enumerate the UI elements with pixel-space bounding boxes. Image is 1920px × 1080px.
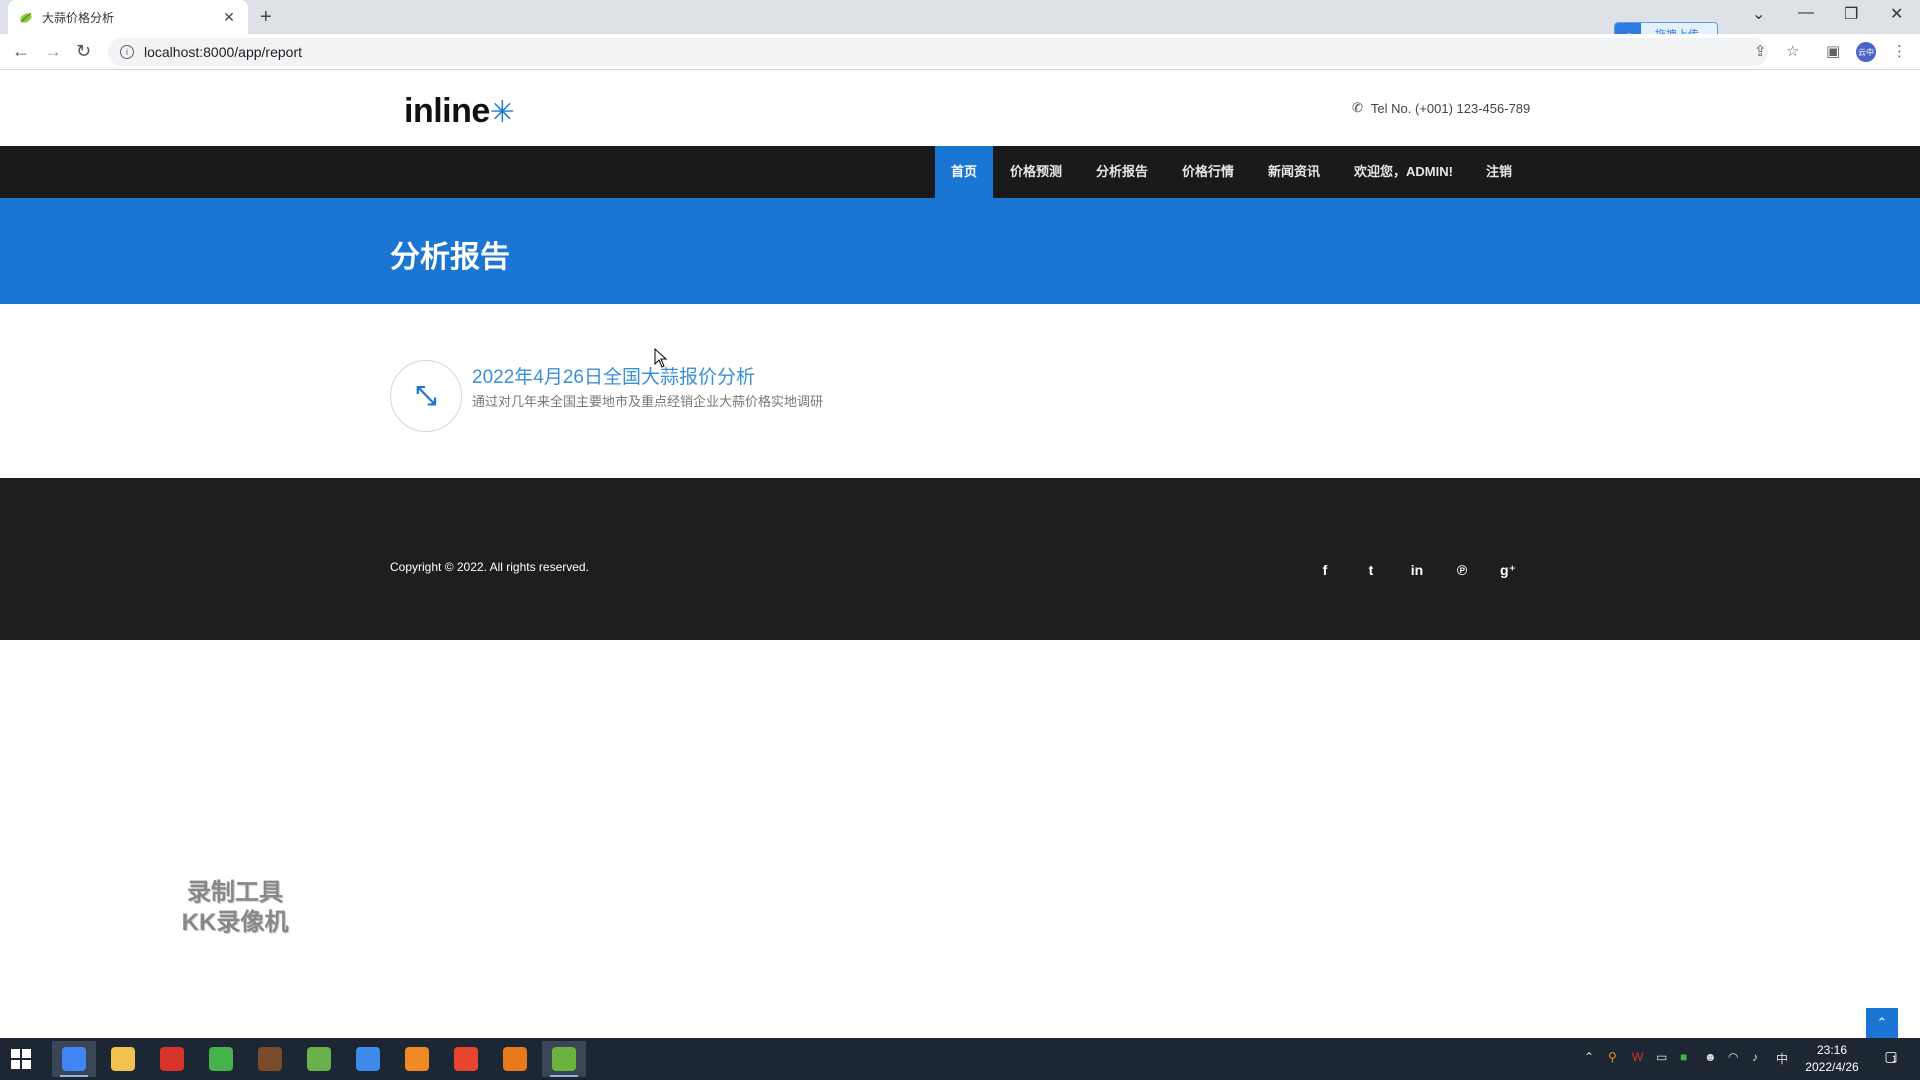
- report-icon-circle: ⤡: [390, 360, 462, 432]
- nav-price-forecast[interactable]: 价格预测: [994, 146, 1078, 198]
- back-icon[interactable]: ←: [12, 41, 30, 62]
- mouse-cursor-icon: [654, 348, 668, 368]
- site-info-icon[interactable]: i: [120, 45, 134, 59]
- taskbar-chrome-icon[interactable]: [52, 1041, 96, 1077]
- taskbar-wps-office-icon[interactable]: [150, 1041, 194, 1077]
- share-icon[interactable]: ⇪: [1754, 42, 1767, 60]
- clock-time: 23:16: [1816, 1043, 1848, 1057]
- nav-logout[interactable]: 注销: [1470, 146, 1528, 198]
- report-title-link[interactable]: 2022年4月26日全国大蒜报价分析: [472, 362, 755, 389]
- logo-star-icon: ✳: [489, 96, 515, 129]
- address-bar[interactable]: i localhost:8000/app/report: [108, 38, 1768, 66]
- page-banner: 分析报告: [0, 198, 1920, 304]
- spring-app-icon: [552, 1047, 576, 1071]
- twitter-icon[interactable]: t: [1361, 562, 1381, 578]
- leaf-app-icon: [209, 1047, 233, 1071]
- baidu-netdisk-icon: [356, 1047, 380, 1071]
- os-taskbar: ⌃ ⚲ W ▭ ■ ☻ ◠ ♪ 中 23:16 2022/4/26 ▢ 1: [0, 1038, 1920, 1080]
- clock-date: 2022/4/26: [1805, 1060, 1859, 1074]
- taskbar-search-app-icon[interactable]: [395, 1041, 439, 1077]
- restore-icon[interactable]: ❐: [1844, 4, 1858, 24]
- browser-toolbar: ← → ↻ i localhost:8000/app/report ⇪ ☆ ▣ …: [0, 34, 1920, 70]
- volume-icon[interactable]: ♪: [1752, 1050, 1758, 1064]
- game-app-icon: [503, 1047, 527, 1071]
- windows-start-icon[interactable]: [10, 1048, 32, 1070]
- nav-home[interactable]: 首页: [935, 146, 994, 198]
- watermark-line-2: KK录像机: [181, 909, 289, 936]
- logo-text: inline: [404, 92, 490, 130]
- running-indicator: [550, 1075, 578, 1077]
- new-tab-icon[interactable]: +: [260, 6, 272, 29]
- report-description: 通过对几年来全国主要地市及重点经销企业大蒜价格实地调研: [472, 394, 824, 409]
- garlic-leaf-icon: [20, 12, 32, 23]
- url-text: localhost:8000/app/report: [144, 44, 302, 60]
- browser-tab-strip: 大蒜价格分析 ✕ + ☁ 拖拽上传 ⌄ — ❐ ✕: [0, 0, 1920, 46]
- site-header: inline✳ ✆ Tel No. (+001) 123-456-789: [0, 70, 1920, 146]
- nav-price-market[interactable]: 价格行情: [1166, 146, 1250, 198]
- wifi-icon[interactable]: ◠: [1728, 1050, 1738, 1064]
- nav-welcome-user[interactable]: 欢迎您，ADMIN!: [1338, 146, 1469, 198]
- back-to-top-button[interactable]: ⌃: [1866, 1008, 1898, 1038]
- tray-qq-icon[interactable]: ☻: [1704, 1050, 1717, 1064]
- running-indicator: [60, 1075, 88, 1077]
- profile-avatar[interactable]: 云中: [1856, 42, 1876, 62]
- taskbar-file-explorer-icon[interactable]: [101, 1041, 145, 1077]
- phone-number: Tel No. (+001) 123-456-789: [1370, 100, 1531, 116]
- taskbar-leaf-app-icon[interactable]: [199, 1041, 243, 1077]
- tray-expand-icon[interactable]: ⌃: [1584, 1050, 1594, 1064]
- forward-icon[interactable]: →: [44, 41, 62, 62]
- tab-close-icon[interactable]: ✕: [220, 9, 238, 26]
- main-navigation: 首页 价格预测 分析报告 价格行情 新闻资讯 欢迎您，ADMIN! 注销: [0, 146, 1920, 198]
- header-phone: ✆ Tel No. (+001) 123-456-789: [1352, 100, 1530, 116]
- chrome-icon: [62, 1047, 86, 1071]
- tab-search-dropdown-icon[interactable]: ⌄: [1752, 4, 1765, 24]
- video-app-icon: [454, 1047, 478, 1071]
- site-footer: Copyright © 2022. All rights reserved. f…: [0, 478, 1920, 640]
- notification-center-icon[interactable]: ▢ 1: [1880, 1048, 1902, 1068]
- search-app-icon: [405, 1047, 429, 1071]
- reload-icon[interactable]: ↻: [76, 41, 91, 62]
- taskbar-video-app-icon[interactable]: [444, 1041, 488, 1077]
- report-list-item[interactable]: ⤡ 2022年4月26日全国大蒜报价分析 通过对几年来全国主要地市及重点经销企业…: [390, 360, 990, 440]
- site-logo[interactable]: inline✳: [404, 92, 515, 131]
- system-clock[interactable]: 23:16 2022/4/26: [1796, 1042, 1868, 1076]
- side-panel-icon[interactable]: ▣: [1826, 42, 1840, 60]
- nav-news[interactable]: 新闻资讯: [1252, 146, 1336, 198]
- bookmark-star-icon[interactable]: ☆: [1786, 42, 1799, 60]
- browser-tab[interactable]: 大蒜价格分析 ✕: [8, 0, 248, 34]
- notification-count: 1: [1892, 1054, 1898, 1064]
- notepad-app-icon: [307, 1047, 331, 1071]
- taskbar-pixel-app-icon[interactable]: [248, 1041, 292, 1077]
- tray-device-icon[interactable]: ▭: [1656, 1050, 1667, 1064]
- nav-analysis-report[interactable]: 分析报告: [1080, 146, 1164, 198]
- tray-wps-icon[interactable]: W: [1632, 1050, 1643, 1064]
- wps-office-icon: [160, 1047, 184, 1071]
- phone-icon: ✆: [1352, 100, 1363, 115]
- pixel-app-icon: [258, 1047, 282, 1071]
- minimize-icon[interactable]: —: [1798, 4, 1814, 22]
- taskbar-baidu-netdisk-icon[interactable]: [346, 1041, 390, 1077]
- pinterest-icon[interactable]: ℗: [1452, 562, 1472, 578]
- tray-app-icon[interactable]: ■: [1680, 1050, 1687, 1064]
- taskbar-game-app-icon[interactable]: [493, 1041, 537, 1077]
- compress-arrows-icon: ⤡: [415, 380, 437, 410]
- google-plus-icon[interactable]: g⁺: [1498, 562, 1518, 579]
- watermark-line-1: 录制工具: [187, 879, 283, 906]
- linkedin-icon[interactable]: in: [1407, 562, 1427, 578]
- recorder-watermark: 录制工具 KK录像机: [160, 878, 310, 938]
- facebook-icon[interactable]: f: [1315, 562, 1335, 578]
- page-title: 分析报告: [390, 241, 510, 274]
- tab-title: 大蒜价格分析: [42, 10, 115, 25]
- more-menu-icon[interactable]: ⋮: [1892, 42, 1907, 60]
- file-explorer-icon: [111, 1047, 135, 1071]
- taskbar-notepad-app-icon[interactable]: [297, 1041, 341, 1077]
- tray-search-app-icon[interactable]: ⚲: [1608, 1050, 1617, 1064]
- window-close-icon[interactable]: ✕: [1890, 4, 1903, 24]
- copyright-text: Copyright © 2022. All rights reserved.: [390, 560, 589, 574]
- taskbar-spring-app-icon[interactable]: [542, 1041, 586, 1077]
- web-page: inline✳ ✆ Tel No. (+001) 123-456-789 首页 …: [0, 70, 1920, 1038]
- ime-indicator[interactable]: 中: [1776, 1050, 1788, 1067]
